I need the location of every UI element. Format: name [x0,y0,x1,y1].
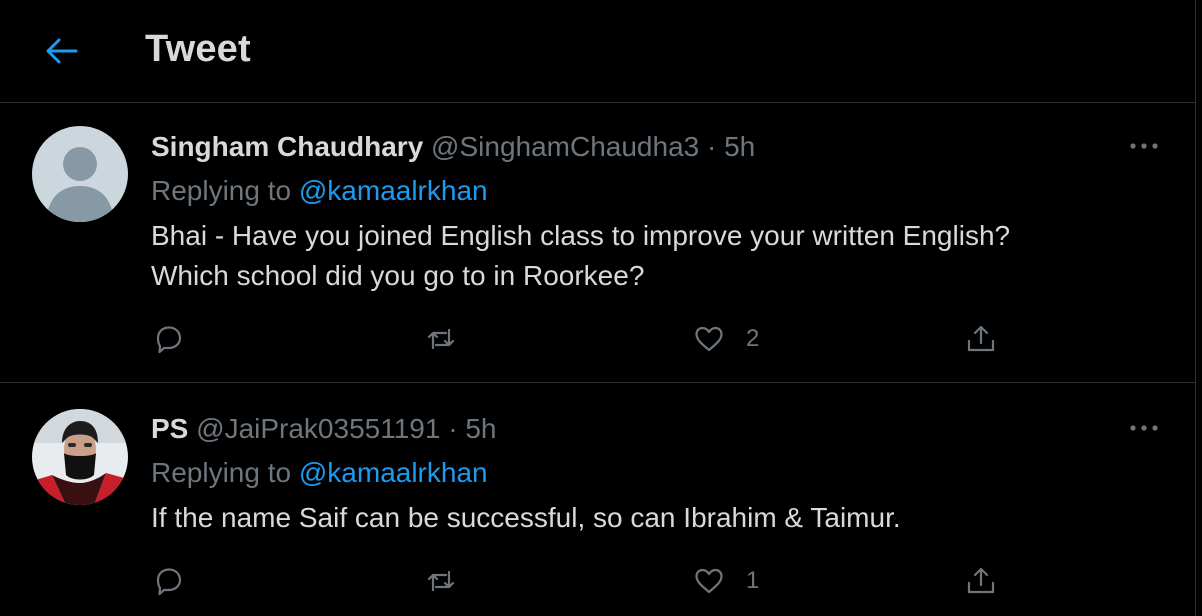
share-icon [967,325,995,352]
arrow-left-icon [46,38,78,64]
back-button[interactable] [42,32,80,70]
page-title: Tweet [145,28,251,70]
more-horizontal-icon [1130,425,1158,431]
user-photo-avatar-icon [32,409,128,505]
mention-link[interactable]: @kamaalrkhan [299,175,488,206]
separator: · [707,131,717,162]
more-options-button[interactable] [1126,418,1162,438]
tweet-thread-column: Tweet Singham Chaudhary @SinghamChaudha3… [0,0,1196,616]
share-button[interactable] [964,561,998,601]
tweet-text: Bhai - Have you joined English class to … [151,216,1010,296]
replying-prefix: Replying to [151,175,292,206]
separator: · [448,413,458,444]
display-name[interactable]: Singham Chaudhary [151,131,423,162]
timestamp[interactable]: 5h [465,413,496,444]
more-horizontal-icon [1130,143,1158,149]
avatar[interactable] [32,126,128,222]
like-count: 1 [746,567,760,594]
reply-tweet[interactable]: Singham Chaudhary @SinghamChaudha3 · 5h … [0,103,1196,383]
retweet-icon [427,328,455,350]
like-button[interactable]: 2 [692,319,759,359]
tweet-text-line: If the name Saif can be successful, so c… [151,502,901,533]
retweet-button[interactable] [424,319,458,359]
more-options-button[interactable] [1126,136,1162,156]
replying-to-line: Replying to @kamaalrkhan [151,175,488,207]
reply-tweet[interactable]: PS @JaiPrak03551191 · 5h Replying to @ka… [0,384,1196,616]
tweet-text: If the name Saif can be successful, so c… [151,498,901,538]
tweet-text-line: Which school did you go to in Roorkee? [151,260,645,291]
heart-icon [695,568,723,594]
share-button[interactable] [964,319,998,359]
comment-icon [156,568,182,596]
user-handle[interactable]: @JaiPrak03551191 [196,413,440,444]
timestamp[interactable]: 5h [724,131,755,162]
display-name[interactable]: PS [151,413,188,444]
reply-button[interactable] [152,561,186,601]
comment-icon [156,326,182,354]
tweet-actions: 1 [0,561,1196,601]
tweet-meta: Singham Chaudhary @SinghamChaudha3 · 5h [151,131,755,163]
tweet-meta: PS @JaiPrak03551191 · 5h [151,413,496,445]
retweet-button[interactable] [424,561,458,601]
user-handle[interactable]: @SinghamChaudha3 [431,131,699,162]
avatar[interactable] [32,409,128,505]
mention-link[interactable]: @kamaalrkhan [299,457,488,488]
default-profile-avatar-icon [32,126,128,222]
like-count: 2 [746,325,760,352]
replying-to-line: Replying to @kamaalrkhan [151,457,488,489]
tweet-text-line: Bhai - Have you joined English class to … [151,220,1011,251]
retweet-icon [427,570,455,592]
like-button[interactable]: 1 [692,561,759,601]
tweet-actions: 2 [0,319,1196,359]
share-icon [967,567,995,594]
heart-icon [695,326,723,352]
reply-button[interactable] [152,319,186,359]
replying-prefix: Replying to [151,457,292,488]
page-header: Tweet [0,0,1196,103]
